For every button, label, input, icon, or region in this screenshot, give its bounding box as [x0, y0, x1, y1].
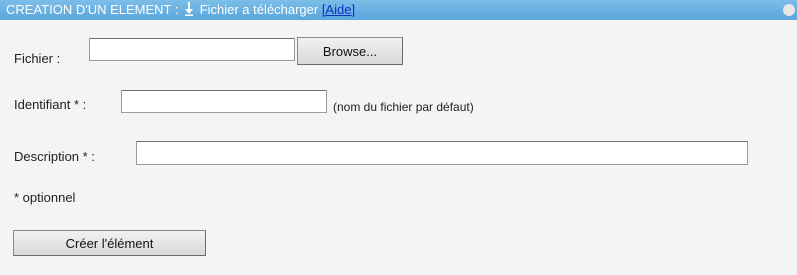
identifier-label: Identifiant * :: [14, 97, 87, 112]
file-input[interactable]: [89, 38, 295, 61]
help-link[interactable]: [Aide]: [322, 2, 355, 17]
panel-header: CREATION D'UN ELEMENT : Fichier a téléch…: [0, 0, 797, 20]
browse-button[interactable]: Browse...: [297, 37, 403, 65]
download-arrow-icon: [185, 2, 194, 16]
identifier-hint: (nom du fichier par défaut): [333, 100, 474, 114]
create-element-button[interactable]: Créer l'élément: [13, 230, 206, 256]
title-prefix: CREATION D'UN ELEMENT :: [6, 2, 183, 17]
collapse-circle-icon[interactable]: [783, 4, 795, 16]
optional-note: * optionnel: [14, 190, 76, 205]
description-label: Description * :: [14, 149, 95, 164]
panel-title: CREATION D'UN ELEMENT : Fichier a téléch…: [6, 0, 355, 20]
identifier-input[interactable]: [121, 90, 327, 113]
create-element-panel: CREATION D'UN ELEMENT : Fichier a téléch…: [0, 0, 797, 275]
description-input[interactable]: [136, 141, 748, 165]
file-label: Fichier :: [14, 51, 61, 66]
title-type: Fichier a télécharger: [196, 2, 322, 17]
